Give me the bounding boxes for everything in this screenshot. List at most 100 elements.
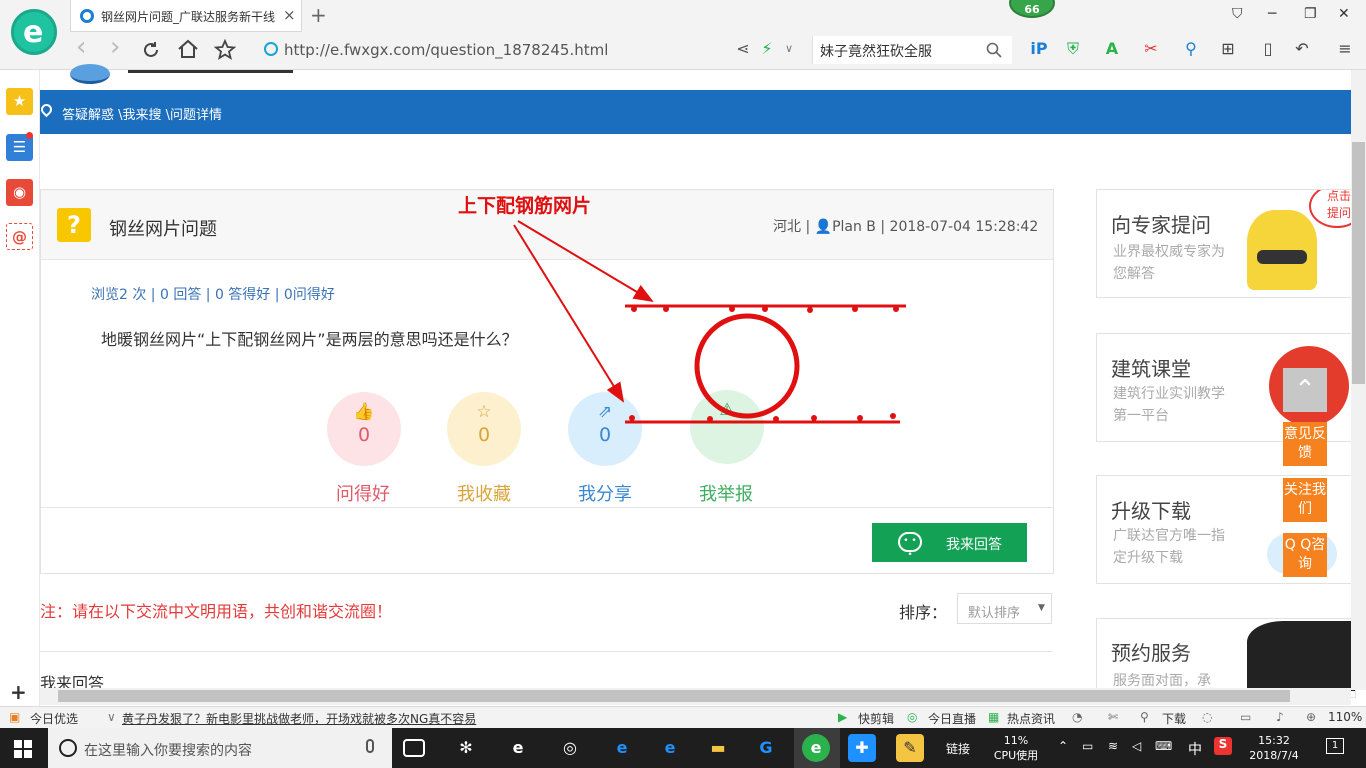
file-explorer-icon[interactable]: ▬: [704, 734, 732, 762]
window-icon[interactable]: ▭: [1240, 710, 1251, 724]
bookmark-star-icon[interactable]: [214, 39, 236, 60]
question-stats: 浏览2 次 | 0 回答 | 0 答得好 | 0问得好: [91, 287, 335, 303]
zoom-icon[interactable]: ⊕: [1306, 710, 1316, 724]
follow-us-button[interactable]: 关注我们: [1283, 478, 1327, 522]
notification-center-icon[interactable]: 1: [1326, 738, 1344, 754]
battery-icon[interactable]: ▭: [1082, 739, 1093, 753]
mail-icon[interactable]: @: [6, 223, 33, 250]
live-link[interactable]: 今日直播: [928, 710, 976, 727]
qq-consult-button[interactable]: Q Q咨询: [1283, 533, 1327, 577]
url-text[interactable]: http://e.fwxgx.com/question_1878245.html: [284, 41, 608, 59]
spiral-app-icon[interactable]: ◎: [556, 734, 584, 762]
maximize-button[interactable]: ❐: [1304, 6, 1317, 22]
hot-news-link[interactable]: 热点资讯: [1007, 710, 1055, 727]
pin-app-icon[interactable]: ✚: [848, 734, 876, 762]
arrow-top: [517, 220, 654, 303]
clock[interactable]: 15:32 2018/7/4: [1244, 733, 1304, 763]
search-icon[interactable]: [986, 42, 1002, 58]
translate-icon[interactable]: A: [1103, 40, 1121, 58]
tab-close-button[interactable]: ×: [283, 6, 296, 24]
zoom-level[interactable]: 110%: [1328, 710, 1362, 724]
skin-icon[interactable]: ⛉: [1232, 6, 1243, 22]
report-label[interactable]: 我举报: [676, 480, 776, 506]
favorite-label[interactable]: 我收藏: [434, 480, 534, 506]
volume-icon[interactable]: ◁: [1132, 739, 1141, 753]
taskbar-search-placeholder: 在这里输入你要搜索的内容: [84, 743, 252, 759]
pin-icon[interactable]: ⚲: [1140, 710, 1149, 724]
sogou-icon[interactable]: S: [1214, 737, 1232, 755]
forward-button[interactable]: ›: [110, 32, 120, 62]
feedback-button[interactable]: 意见反馈: [1283, 422, 1327, 466]
wifi-icon[interactable]: ≋: [1108, 739, 1118, 753]
menu-icon[interactable]: ≡: [1336, 40, 1354, 58]
apps-icon[interactable]: ⊞: [1219, 40, 1237, 58]
browser-logo[interactable]: e: [11, 9, 57, 55]
ask-expert-card[interactable]: 向专家提问 业界最权威专家为您解答 点击 提问: [1096, 189, 1356, 298]
ime-indicator[interactable]: 中: [1188, 739, 1202, 759]
speed-icon[interactable]: ◔: [1072, 710, 1082, 724]
refresh-icon[interactable]: [141, 40, 161, 60]
favorites-star-icon[interactable]: ★: [6, 88, 33, 115]
search-input[interactable]: 妹子竟然狂砍全服: [820, 41, 932, 61]
g-app-icon[interactable]: G: [752, 734, 780, 762]
microphone-icon[interactable]: [366, 739, 374, 753]
breadcrumb-bar: [40, 90, 1351, 134]
weibo-icon[interactable]: ◉: [6, 179, 33, 206]
share-label[interactable]: 我分享: [555, 480, 655, 506]
links-toolbar[interactable]: 链接: [946, 740, 970, 757]
sidebar-add-button[interactable]: +: [10, 680, 27, 704]
community-note: 注：请在以下交流中文明用语，共创和谐交流圈！: [40, 602, 393, 621]
extension-ip-icon[interactable]: iP: [1030, 40, 1048, 58]
clean-icon[interactable]: ◌: [1202, 710, 1212, 724]
like-question-label[interactable]: 问得好: [313, 480, 413, 506]
answer-button[interactable]: • • • 我来回答: [872, 523, 1027, 562]
taskbar-search[interactable]: 在这里输入你要搜索的内容: [48, 728, 392, 768]
horizontal-scroll-thumb[interactable]: [58, 690, 1290, 702]
windows-start-button[interactable]: [14, 740, 32, 758]
card-title: 预约服务: [1111, 641, 1191, 665]
download-link[interactable]: 下载: [1162, 710, 1186, 727]
fan-app-icon[interactable]: ✻: [452, 734, 480, 762]
tab-active[interactable]: 钢丝网片问题_广联达服务新干线 ×: [70, 0, 302, 32]
like-question-button[interactable]: 👍 0: [327, 392, 401, 466]
undo-icon[interactable]: ↶: [1293, 40, 1311, 58]
share-icon[interactable]: ⋖: [734, 40, 752, 58]
hot-news-icon: ▦: [988, 710, 1000, 724]
shield-icon[interactable]: ⛨: [1064, 40, 1082, 58]
task-view-icon[interactable]: [403, 739, 425, 757]
lightning-icon[interactable]: ⚡: [758, 40, 776, 58]
minimize-button[interactable]: ─: [1268, 6, 1276, 22]
site-logo-icon[interactable]: [70, 64, 110, 84]
breadcrumb[interactable]: 答疑解惑 \我来搜 \问题详情: [62, 104, 222, 123]
chevron-down-icon[interactable]: ∨: [780, 40, 798, 58]
sound-icon[interactable]: ♪: [1276, 710, 1284, 724]
sort-select[interactable]: 默认排序 ▼: [957, 593, 1052, 624]
vertical-scroll-thumb[interactable]: [1352, 142, 1365, 384]
keyboard-icon[interactable]: ⌨: [1155, 739, 1172, 753]
close-window-button[interactable]: ✕: [1338, 6, 1350, 22]
new-tab-button[interactable]: +: [310, 3, 327, 27]
site-logo-text-fragment: [128, 70, 293, 73]
scissors-icon[interactable]: ✂: [1142, 40, 1160, 58]
thumbs-up-icon: 👍: [353, 402, 375, 422]
tray-expand-icon[interactable]: ⌃: [1058, 739, 1068, 753]
daily-picks-link[interactable]: 今日优选: [30, 710, 78, 727]
internet-explorer-icon[interactable]: e: [656, 734, 684, 762]
browser-e-icon[interactable]: e: [504, 734, 532, 762]
notes-app-icon[interactable]: ✎: [896, 734, 924, 762]
edge-icon[interactable]: e: [608, 734, 636, 762]
quick-cut-link[interactable]: 快剪辑: [858, 710, 894, 727]
reader-icon[interactable]: ▯: [1259, 40, 1277, 58]
back-to-top-button[interactable]: ⌃: [1283, 368, 1327, 412]
cortana-icon: [59, 739, 77, 757]
annotation-drawing: [513, 220, 906, 424]
back-button[interactable]: ‹: [76, 32, 86, 62]
home-icon[interactable]: [177, 39, 199, 59]
card-subtitle: 业界最权威专家为您解答: [1113, 244, 1225, 282]
booking-service-card[interactable]: 预约服务 服务面对面，承: [1096, 618, 1356, 698]
divider: [40, 651, 1053, 652]
browser-360-icon: e: [802, 734, 830, 762]
news-ticker-link[interactable]: 黄子丹发狠了？新电影里挑战做老师，开场戏就被多次NG真不容易: [122, 710, 476, 727]
magnifier-icon[interactable]: ⚲: [1182, 40, 1200, 58]
tools-icon[interactable]: ✄: [1108, 710, 1118, 724]
